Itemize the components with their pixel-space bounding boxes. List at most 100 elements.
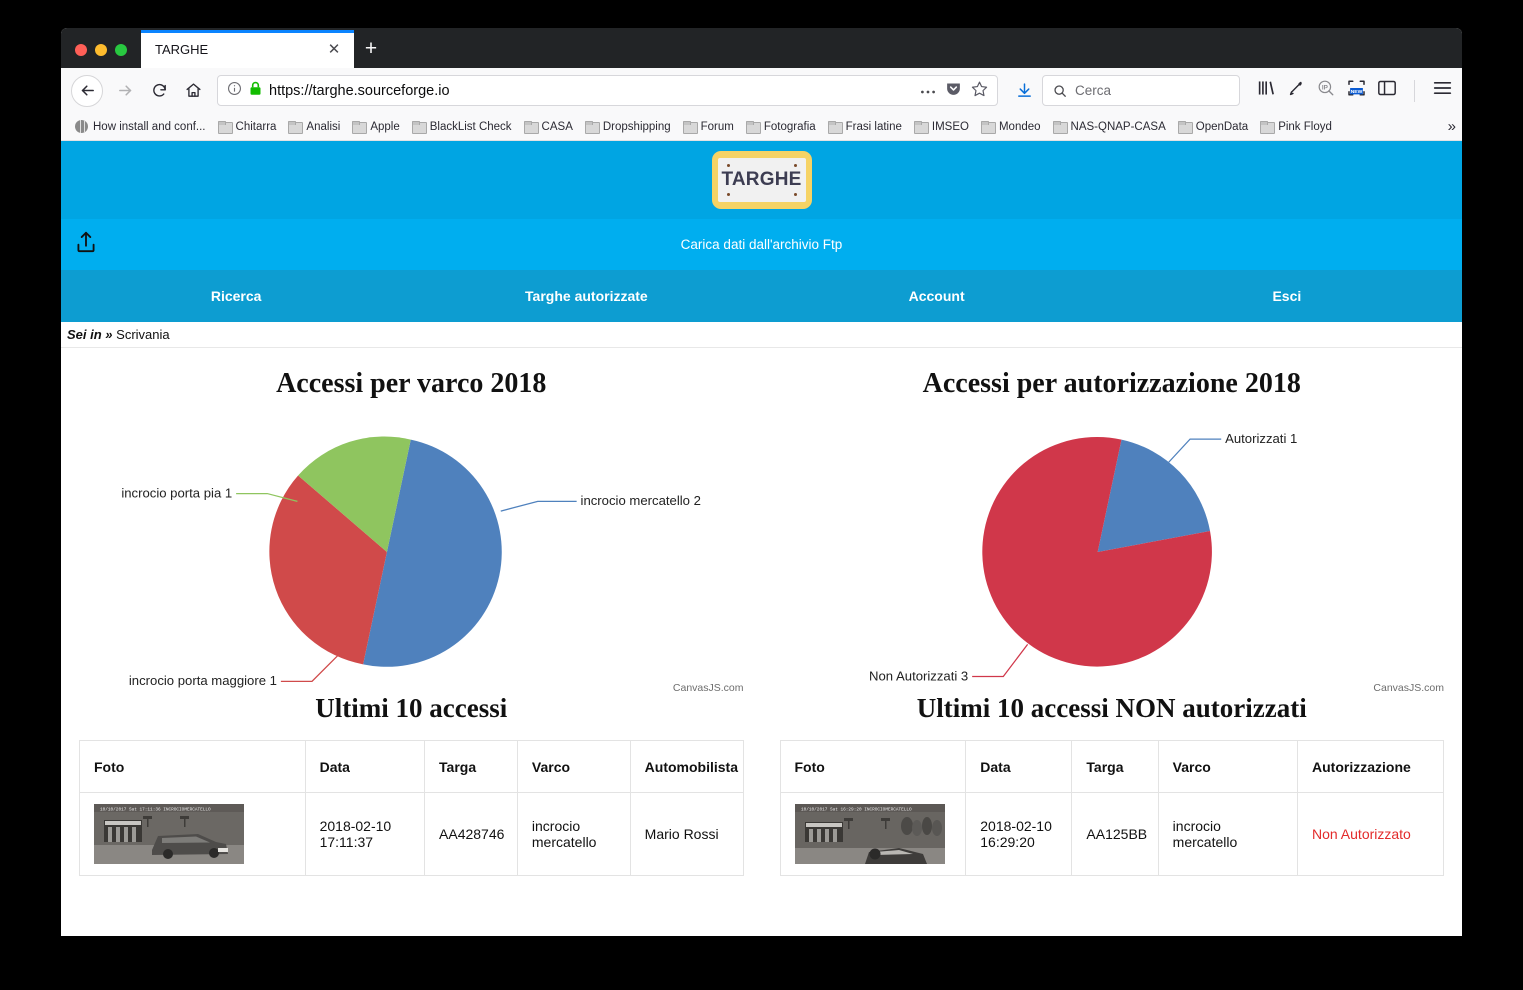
pie-leader-line [280, 654, 339, 682]
bookmark-item[interactable]: OpenData [1172, 119, 1254, 135]
tab-strip: TARGHE ✕ + [61, 28, 1462, 68]
folder-icon [217, 121, 233, 134]
column-header-data: Data [304, 740, 426, 793]
bookmark-item[interactable]: BlackList Check [406, 119, 518, 135]
maximize-window-button[interactable] [115, 44, 127, 56]
nav-item-targhe-autorizzate[interactable]: Targhe autorizzate [411, 288, 761, 304]
bookmark-label: Analisi [306, 120, 341, 133]
bookmark-label: OpenData [1195, 120, 1249, 133]
eyedropper-icon[interactable] [1288, 80, 1305, 102]
targhe-logo[interactable]: TARGHE [711, 151, 812, 209]
cell-foto[interactable]: 10/10/2017 Sat 17:11:36 INCROCIOMERCATEL… [79, 792, 306, 876]
bookmark-label: Frasi latine [845, 120, 902, 133]
globe-icon [75, 120, 88, 133]
bookmark-item[interactable]: Pink Floyd [1254, 119, 1338, 135]
page-actions-icon[interactable] [920, 82, 936, 100]
site-info-icon[interactable] [227, 81, 242, 101]
cell-foto[interactable]: 10/10/2017 Sat 16:29:20 INCROCIOMERCATEL… [779, 792, 967, 876]
pocket-icon[interactable] [945, 80, 962, 102]
bookmark-item[interactable]: CASA [518, 119, 579, 135]
table-row[interactable]: 10/10/2017 Sat 16:29:20 INCROCIOMERCATEL… [779, 792, 1444, 876]
bookmark-item[interactable]: IMSEO [908, 119, 975, 135]
bookmark-star-icon[interactable] [971, 80, 988, 102]
cell-data: 2018-02-10 17:11:37 [304, 792, 426, 876]
nav-item-ricerca[interactable]: Ricerca [61, 288, 411, 304]
address-bar[interactable]: https://targhe.sourceforge.io [217, 75, 998, 106]
non-autorizzati-table: Foto Data Targa Varco Autorizzazione 10/… [779, 740, 1444, 876]
minimize-window-button[interactable] [95, 44, 107, 56]
ip-lookup-icon[interactable]: IP [1317, 79, 1335, 102]
table-row[interactable]: 10/10/2017 Sat 17:11:36 INCROCIOMERCATEL… [79, 792, 744, 876]
cctv-photo[interactable]: 10/10/2017 Sat 17:11:36 INCROCIOMERCATEL… [94, 804, 244, 864]
cell-automobilista: Mario Rossi [629, 792, 744, 876]
cctv-photo[interactable]: 10/10/2017 Sat 16:29:20 INCROCIOMERCATEL… [794, 804, 945, 864]
chart-credit: CanvasJS.com [672, 682, 744, 694]
folder-icon [827, 121, 843, 134]
sidebar-toggle-icon[interactable] [1378, 80, 1396, 101]
column-header-automobilista: Automobilista [629, 740, 744, 793]
pie-label-mercatello: incrocio mercatello 2 [581, 493, 701, 508]
bookmark-item[interactable]: NAS-QNAP-CASA [1047, 119, 1172, 135]
svg-text:10/10/2017 Sat 16:29:20 INCRO: 10/10/2017 Sat 16:29:20 INCROCIOMERCATEL… [801, 807, 912, 812]
bookmark-item[interactable]: Analisi [282, 119, 346, 135]
bookmark-item[interactable]: Mondeo [975, 119, 1047, 135]
bookmark-item[interactable]: Fotografia [740, 119, 822, 135]
downloads-icon[interactable] [1008, 75, 1040, 107]
bookmark-label: Fotografia [763, 120, 816, 133]
bookmark-item[interactable]: Dropshipping [579, 119, 677, 135]
bookmark-item[interactable]: Apple [346, 119, 405, 135]
search-bar[interactable]: Cerca [1042, 75, 1240, 106]
forward-button[interactable] [109, 75, 141, 107]
pie-leader-line [1165, 438, 1221, 465]
folder-icon [1052, 121, 1068, 134]
chart-canvas: incrocio mercatello 2 incrocio porta pia… [61, 400, 762, 700]
chart-credit: CanvasJS.com [1373, 682, 1444, 694]
bookmark-label: Apple [370, 120, 400, 133]
bookmark-label: NAS-QNAP-CASA [1070, 120, 1166, 133]
folder-icon [745, 121, 761, 134]
library-icon[interactable] [1258, 80, 1276, 101]
charts-row: Accessi per varco 2018 incrocio mercatel… [61, 348, 1463, 694]
chart-title: Accessi per varco 2018 [276, 368, 547, 399]
app-menu-icon[interactable] [1433, 80, 1452, 101]
bookmarks-overflow-icon[interactable]: » [1448, 113, 1456, 140]
bookmark-label: Forum [700, 120, 734, 133]
column-header-varco: Varco [1157, 740, 1299, 793]
bookmark-item[interactable]: Forum [677, 119, 740, 135]
new-tab-button[interactable]: + [354, 30, 388, 68]
cell-varco: incrocio mercatello [1157, 792, 1299, 876]
chart-title: Accessi per autorizzazione 2018 [922, 368, 1301, 399]
chart-accessi-per-autorizzazione: Accessi per autorizzazione 2018 Autorizz… [762, 348, 1463, 694]
page-content: TARGHE Carica dati dall'archivio Ftp Ric… [61, 141, 1462, 936]
tab-targhe[interactable]: TARGHE ✕ [141, 30, 354, 68]
bookmark-label: Pink Floyd [1278, 120, 1332, 133]
bookmark-item[interactable]: Chitarra [212, 119, 283, 135]
table-header-row: Foto Data Targa Varco Automobilista [79, 740, 744, 793]
breadcrumb-current: Scrivania [116, 327, 170, 342]
tab-title: TARGHE [155, 41, 209, 57]
close-window-button[interactable] [75, 44, 87, 56]
nav-item-esci[interactable]: Esci [1112, 288, 1462, 304]
folder-icon [1260, 121, 1276, 134]
logo-plate-inner: TARGHE [717, 158, 806, 202]
new-badge-icon[interactable]: NEW [1347, 79, 1366, 102]
bookmark-item[interactable]: Frasi latine [822, 119, 908, 135]
upload-icon[interactable] [73, 229, 99, 260]
close-tab-icon[interactable]: ✕ [324, 39, 344, 59]
svg-text:10/10/2017 Sat 17:11:36 INCRO: 10/10/2017 Sat 17:11:36 INCROCIOMERCATEL… [100, 807, 211, 812]
folder-icon [682, 121, 698, 134]
logo-text: TARGHE [721, 169, 802, 190]
bookmark-item[interactable]: How install and conf... [69, 118, 212, 135]
back-button[interactable] [71, 74, 103, 107]
bookmark-label: Mondeo [998, 120, 1041, 133]
bookmarks-bar: How install and conf... Chitarra Analisi… [61, 113, 1462, 141]
home-button[interactable] [177, 75, 209, 107]
breadcrumb-prefix: Sei in » [67, 327, 113, 342]
folder-icon [411, 121, 427, 134]
cell-data: 2018-02-10 16:29:20 [965, 792, 1073, 876]
reload-button[interactable] [143, 75, 175, 107]
nav-item-account[interactable]: Account [762, 288, 1112, 304]
pie-label-porta-maggiore: incrocio porta maggiore 1 [129, 673, 277, 688]
bookmark-label: How install and conf... [93, 120, 206, 133]
upload-ftp-bar[interactable]: Carica dati dall'archivio Ftp [61, 219, 1462, 270]
